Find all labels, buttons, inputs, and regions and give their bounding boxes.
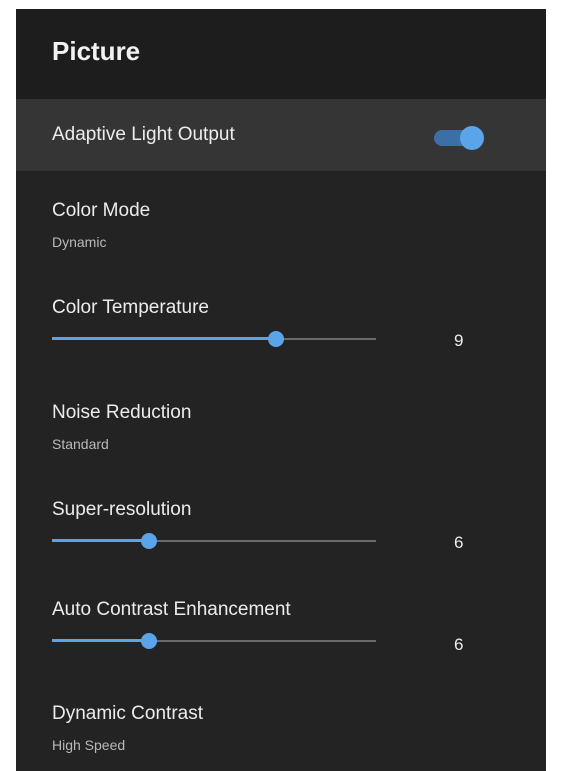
color-temperature-value: 9 (454, 331, 464, 350)
setting-label: Color Mode (52, 200, 151, 221)
setting-dynamic-contrast[interactable]: Dynamic Contrast High Speed (16, 702, 546, 771)
setting-value: Standard (52, 436, 109, 452)
slider-thumb[interactable] (141, 633, 158, 649)
color-temperature-slider[interactable] (52, 331, 376, 347)
slider-fill (52, 539, 150, 542)
setting-value: Dynamic (52, 234, 107, 250)
setting-adaptive-light-output[interactable]: Adaptive Light Output (16, 99, 546, 171)
setting-label: Auto Contrast Enhancement (52, 599, 291, 620)
setting-value: High Speed (52, 737, 126, 753)
super-resolution-value: 6 (454, 533, 464, 552)
picture-settings-panel: Picture Adaptive Light Output Color Mode… (16, 9, 546, 771)
setting-label: Color Temperature (52, 297, 210, 318)
setting-color-mode[interactable]: Color Mode Dynamic (16, 199, 546, 269)
toggle-knob (460, 126, 484, 150)
auto-contrast-value: 6 (454, 635, 464, 654)
setting-noise-reduction[interactable]: Noise Reduction Standard (16, 401, 546, 471)
page-title: Picture (52, 36, 141, 66)
auto-contrast-slider[interactable] (52, 633, 376, 649)
slider-thumb[interactable] (267, 331, 284, 347)
setting-label: Noise Reduction (52, 402, 192, 423)
slider-thumb[interactable] (141, 533, 158, 549)
setting-label: Super-resolution (52, 499, 192, 520)
slider-fill (52, 639, 150, 642)
adaptive-light-toggle[interactable] (434, 126, 486, 150)
panel-header: Picture (16, 9, 546, 99)
slider-fill (52, 337, 276, 340)
setting-label: Dynamic Contrast (52, 703, 203, 724)
super-resolution-slider[interactable] (52, 533, 376, 549)
